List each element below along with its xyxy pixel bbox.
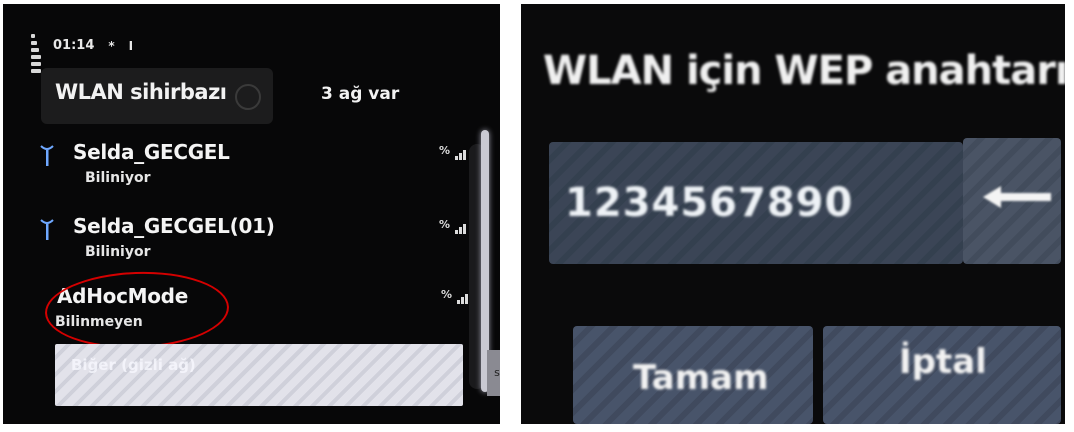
ok-button-label: Tamam [633,358,769,398]
cancel-button-label: İptal [899,342,987,382]
network-signal-icon: % [441,288,471,306]
wlan-wizard-screen: 01:14 * I WLAN sihirbazı 3 ağ var Selda_… [3,4,500,424]
network-status: Biliniyor [85,170,151,186]
network-item[interactable]: Selda_GECGEL(01) Biliniyor % [39,214,466,270]
status-icon: I [128,38,134,53]
network-status: Biliniyor [85,244,151,260]
wep-key-value: 1234567890 [565,180,854,226]
bluetooth-icon: * [108,38,115,53]
define-hidden-network-button[interactable] [55,344,463,406]
dialog-title: WLAN için WEP anahtarı: [543,48,1065,94]
define-hidden-network-label: Biğer (gizli ağ) [71,356,196,374]
title-indicator-icon [235,84,261,110]
wlan-antenna-icon [40,145,54,166]
network-signal-icon: % [439,218,469,236]
network-name: Selda_GECGEL [73,140,230,164]
side-tab[interactable]: s [487,350,500,396]
wep-key-screen: WLAN için WEP anahtarı: 1234567890 Tamam… [521,4,1065,424]
page-title: WLAN sihirbazı [55,80,227,104]
network-count: 3 ağ var [321,84,400,104]
backspace-arrow-icon [983,186,1051,208]
status-bar: 01:14 * I [25,38,133,53]
wlan-antenna-icon [40,219,54,240]
network-signal-icon: % [439,144,469,162]
network-item[interactable]: Selda_GECGEL Biliniyor % [39,140,466,196]
clock: 01:14 [53,38,95,53]
network-name: Selda_GECGEL(01) [73,214,275,238]
